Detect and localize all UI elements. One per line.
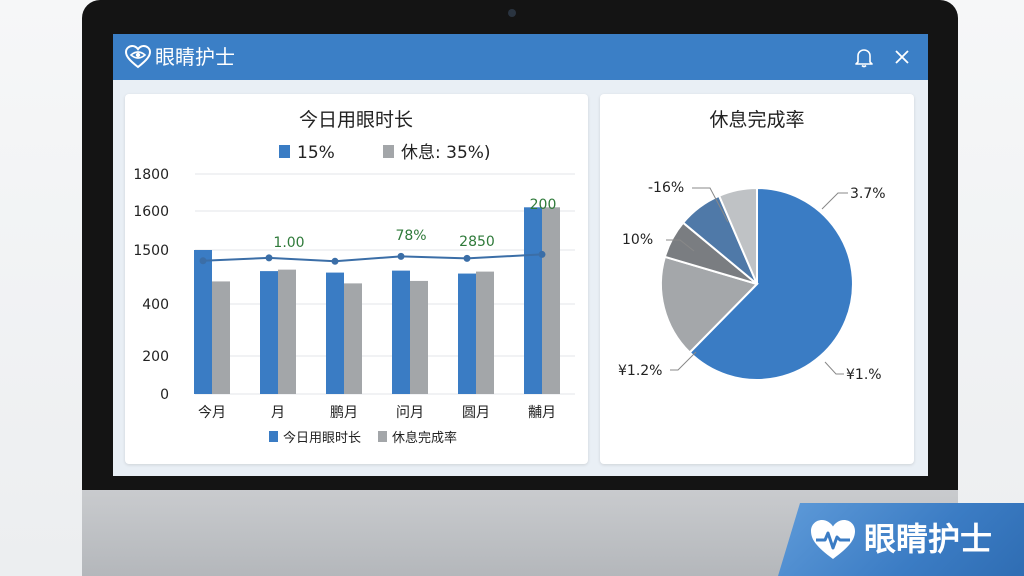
bar-rest (410, 280, 428, 394)
pie-label-1: 3.7% (850, 186, 886, 202)
pie-title: 休息完成率 (709, 109, 804, 131)
heart-pulse-icon (811, 520, 855, 559)
trend-point (199, 257, 207, 265)
bar-usage (260, 271, 278, 394)
x-tick-label: 月 (271, 405, 285, 421)
x-tick-label: 圆月 (462, 405, 490, 421)
close-icon[interactable] (891, 46, 913, 68)
title-bar: 眼睛护士 (113, 34, 928, 80)
app-window: 眼睛护士 今日用眼时长 15% 休息: 35%) 1800 1600 1500 400… (113, 34, 928, 476)
pie-label-3: 10% (622, 232, 653, 248)
badge-title: 眼睛护士 (864, 520, 993, 558)
rest-pie-panel: 休息完成率 3.7% -16% 10% ¥1.2% ¥1.% (600, 94, 914, 464)
annotation-4: 200 (530, 197, 557, 213)
bell-icon[interactable] (853, 46, 875, 68)
chart-title: 今日用眼时长 (299, 109, 413, 131)
top-legend-label-2: 休息: 35%) (401, 143, 491, 163)
bar-rest (278, 269, 296, 394)
y-tick-label: 1800 (133, 167, 169, 183)
app-title: 眼睛护士 (155, 45, 235, 69)
bar-rest (344, 283, 362, 394)
pie-label-2: -16% (648, 180, 684, 196)
usage-bar-chart: 今日用眼时长 15% 休息: 35%) 1800160015004002000 … (133, 109, 575, 446)
y-tick-label: 1500 (133, 243, 169, 259)
annotation-3: 2850 (459, 234, 495, 250)
trend-line (202, 253, 543, 263)
y-tick-label: 400 (142, 297, 169, 313)
legend-swatch-gray (378, 431, 387, 442)
bar-usage (326, 272, 344, 394)
legend-label-1: 今日用眼时长 (283, 430, 361, 446)
bar-usage (194, 250, 212, 394)
webcam (508, 9, 516, 17)
top-legend-swatch-blue (279, 145, 290, 158)
pie-label-5: ¥1.% (846, 367, 882, 383)
leader-line-5 (824, 361, 844, 375)
top-legend-swatch-gray (383, 145, 394, 158)
trend-point (331, 257, 339, 265)
y-tick-label: 200 (142, 349, 169, 365)
pie-label-4: ¥1.2% (618, 363, 662, 379)
bar-usage (458, 273, 476, 394)
bar-usage (392, 270, 410, 394)
rest-pie-chart: 休息完成率 3.7% -16% 10% ¥1.2% ¥1.% (618, 109, 886, 383)
heart-eye-icon (125, 45, 151, 69)
leader-line-1 (821, 192, 848, 210)
x-tick-label: 黼月 (528, 405, 556, 421)
trend-point (397, 252, 405, 260)
trend-point (265, 254, 273, 262)
x-tick-label: 今月 (198, 405, 226, 421)
y-tick-label: 1600 (133, 204, 169, 220)
annotation-1: 1.00 (273, 235, 304, 251)
bar-usage (524, 207, 542, 394)
top-legend-label-1: 15% (297, 143, 335, 163)
legend-swatch-blue (269, 431, 278, 442)
legend-label-2: 休息完成率 (392, 430, 457, 446)
trend-point (463, 254, 471, 262)
brand-badge: 眼睛护士 (778, 503, 1024, 576)
usage-chart-panel: 今日用眼时长 15% 休息: 35%) 1800 1600 1500 400 200 0 … (125, 94, 588, 464)
bar-rest (476, 271, 494, 394)
trend-point (538, 250, 546, 258)
y-tick-label: 0 (160, 387, 169, 403)
annotation-2: 78% (395, 228, 426, 244)
x-tick-label: 问月 (396, 405, 424, 421)
bar-rest (542, 207, 560, 394)
x-tick-label: 鹏月 (330, 405, 358, 421)
bar-rest (212, 281, 230, 394)
